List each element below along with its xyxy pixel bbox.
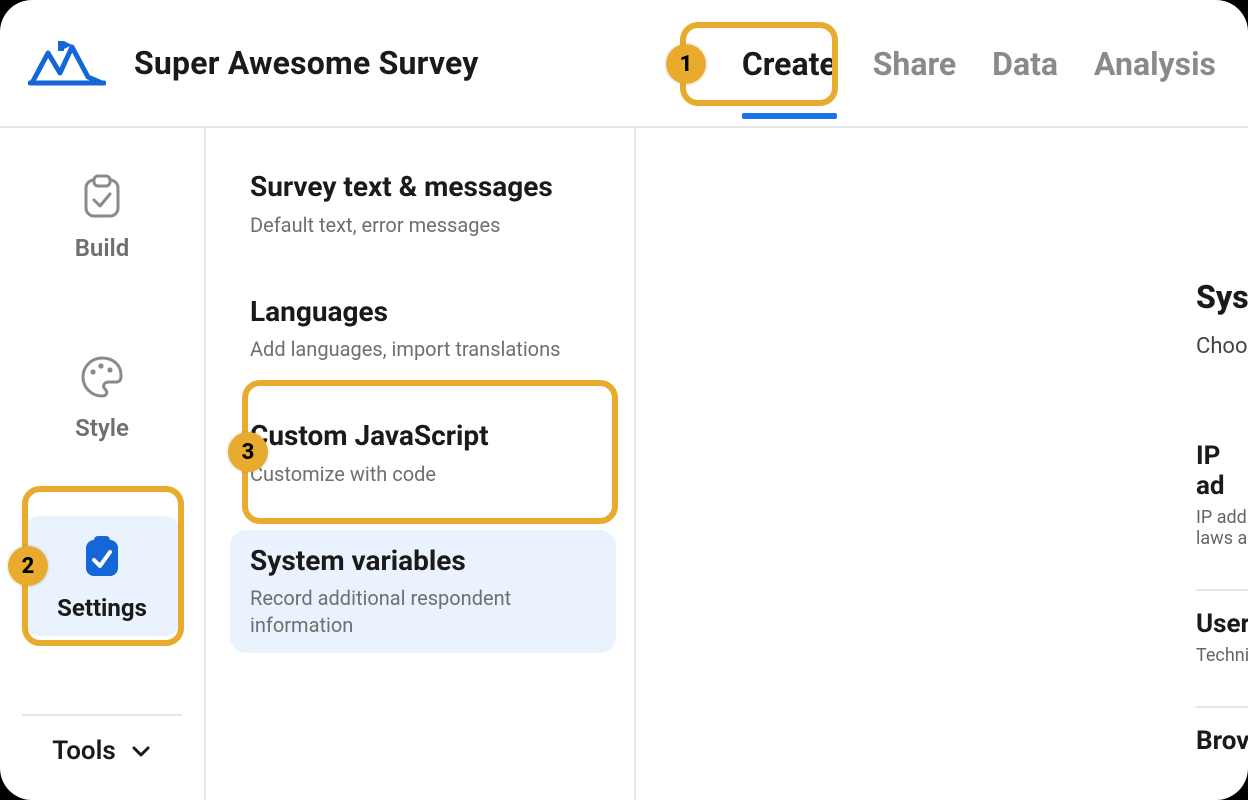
tab-analysis[interactable]: Analysis (1094, 45, 1216, 83)
setting-title: System variables (250, 544, 596, 578)
rail-item-settings[interactable]: Settings (22, 516, 182, 636)
setting-desc: Add languages, import translations (250, 336, 596, 363)
rail-item-style[interactable]: Style (22, 336, 182, 456)
setting-title: Custom JavaScript (250, 419, 596, 453)
rail-item-label: Build (75, 234, 130, 262)
setting-system-variables[interactable]: System variables Record additional respo… (230, 530, 616, 654)
top-bar: Super Awesome Survey Create Share Data A… (0, 0, 1248, 128)
callout-badge-1: 1 (666, 44, 706, 84)
rail-item-label: Settings (57, 594, 147, 622)
content-row-desc: IP add laws a (1196, 507, 1248, 549)
content-panel: Sys Choo IP ad IP add laws a User Techni… (636, 128, 1248, 800)
setting-languages[interactable]: Languages Add languages, import translat… (230, 281, 616, 378)
rail-item-label: Style (75, 414, 129, 442)
setting-custom-js[interactable]: Custom JavaScript Customize with code (230, 405, 616, 502)
content-row-title: User (1196, 609, 1248, 639)
tab-share[interactable]: Share (873, 45, 956, 83)
chevron-down-icon (130, 740, 152, 762)
tools-menu[interactable]: Tools (22, 736, 182, 766)
setting-desc: Default text, error messages (250, 212, 596, 239)
left-rail: Build Style (0, 128, 206, 800)
rail-separator (22, 714, 182, 716)
content-row-desc: Techni (1196, 645, 1248, 666)
content-divider (1196, 589, 1248, 591)
setting-title: Survey text & messages (250, 170, 596, 204)
app-frame: Super Awesome Survey Create Share Data A… (0, 0, 1248, 800)
tab-create[interactable]: Create (742, 45, 837, 83)
setting-survey-text[interactable]: Survey text & messages Default text, err… (230, 156, 616, 253)
palette-icon (79, 354, 125, 400)
survey-title: Super Awesome Survey (134, 44, 479, 82)
clipboard-icon (82, 174, 122, 220)
tools-label: Tools (52, 736, 116, 766)
setting-desc: Record additional respondent information (250, 585, 596, 639)
app-logo (28, 37, 106, 89)
content-divider (1196, 706, 1248, 708)
setting-desc: Customize with code (250, 461, 596, 488)
settings-list: Survey text & messages Default text, err… (206, 128, 636, 800)
body: Build Style (0, 128, 1248, 800)
mountains-icon (28, 37, 106, 89)
content-row-title: Brov (1196, 726, 1248, 756)
clipboard-check-icon (82, 534, 122, 580)
tab-data[interactable]: Data (992, 45, 1058, 83)
rail-item-build[interactable]: Build (22, 156, 182, 276)
setting-title: Languages (250, 295, 596, 329)
content-lead: Choo (1196, 334, 1248, 359)
top-nav: Create Share Data Analysis (742, 0, 1216, 128)
content-heading: Sys (1196, 278, 1248, 316)
content-row-title: IP ad (1196, 441, 1248, 501)
